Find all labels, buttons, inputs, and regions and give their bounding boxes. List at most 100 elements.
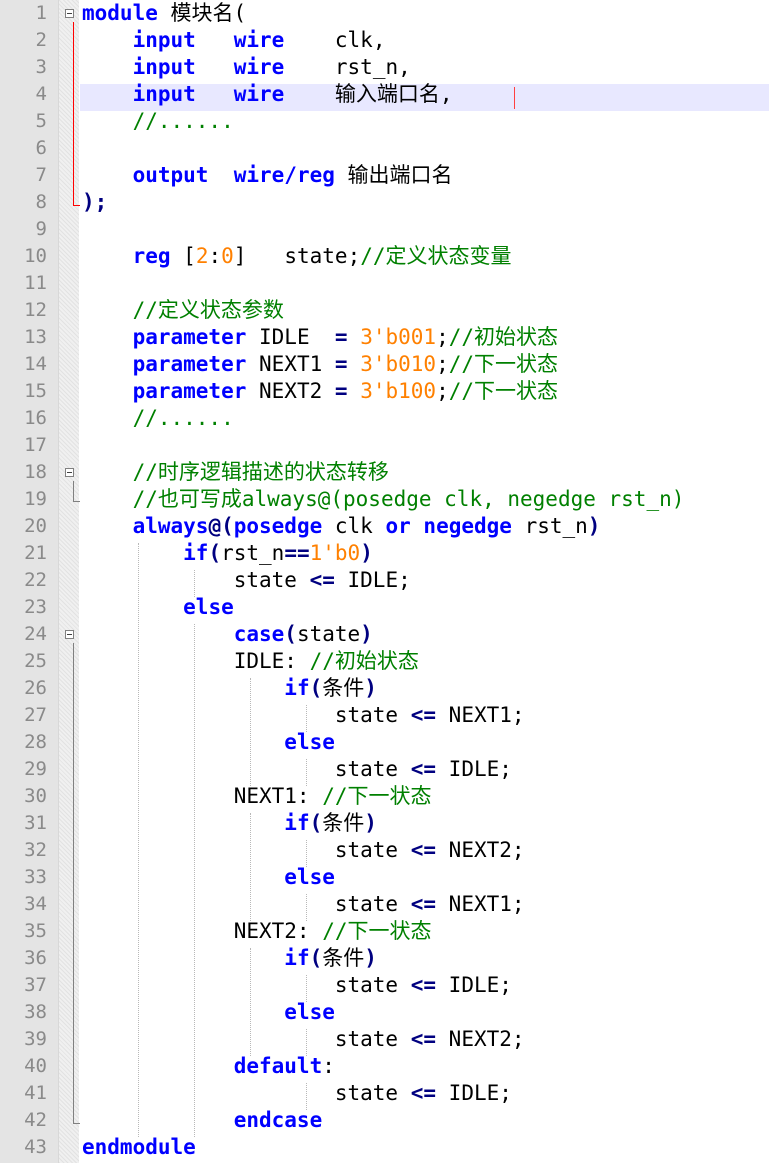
code-line[interactable]: 32 state <= NEXT2; bbox=[0, 837, 769, 864]
code-token: ( bbox=[309, 811, 323, 835]
code-line[interactable]: 39 state <= NEXT2; bbox=[0, 1026, 769, 1053]
code-line[interactable]: 5 //...... bbox=[0, 108, 769, 135]
code-text[interactable]: IDLE: //初始状态 bbox=[82, 648, 419, 675]
code-text[interactable]: endcase bbox=[82, 1107, 323, 1134]
code-text[interactable]: always@(posedge clk or negedge rst_n) bbox=[82, 513, 601, 540]
code-line[interactable]: 7 output wire/reg 输出端口名 bbox=[0, 162, 769, 189]
code-token: ( bbox=[208, 541, 222, 565]
code-text[interactable]: module 模块名( bbox=[82, 0, 246, 27]
code-token: wire bbox=[233, 28, 285, 52]
code-line[interactable]: 22 state <= IDLE; bbox=[0, 567, 769, 594]
code-line[interactable]: 15 parameter NEXT2 = 3'b100;//下一状态 bbox=[0, 378, 769, 405]
code-text[interactable]: parameter NEXT1 = 3'b010;//下一状态 bbox=[82, 351, 558, 378]
code-text[interactable]: //...... bbox=[82, 108, 234, 135]
code-text[interactable]: state <= NEXT2; bbox=[82, 1026, 525, 1053]
code-line[interactable]: 31 if(条件) bbox=[0, 810, 769, 837]
code-line[interactable]: 4 input wire 输入端口名, bbox=[0, 81, 769, 108]
code-editor[interactable]: 1 module 模块名(2 input wire clk, 3 input wir… bbox=[0, 0, 769, 1163]
code-line[interactable]: 14 parameter NEXT1 = 3'b010;//下一状态 bbox=[0, 351, 769, 378]
line-number: 2 bbox=[35, 29, 47, 51]
code-line[interactable]: 8); bbox=[0, 189, 769, 216]
fold-toggle-icon[interactable] bbox=[65, 9, 74, 18]
code-line[interactable]: 27 state <= NEXT1; bbox=[0, 702, 769, 729]
code-line[interactable]: 37 state <= IDLE; bbox=[0, 972, 769, 999]
code-text[interactable]: parameter NEXT2 = 3'b100;//下一状态 bbox=[82, 378, 558, 405]
code-token: ) bbox=[587, 514, 601, 538]
code-line[interactable]: 19 //也可写成always@(posedge clk, negedge rs… bbox=[0, 486, 769, 513]
code-token: <= bbox=[410, 892, 437, 916]
code-text[interactable]: input wire rst_n, bbox=[82, 54, 411, 81]
code-line[interactable]: 25 IDLE: //初始状态 bbox=[0, 648, 769, 675]
code-line[interactable]: 9 bbox=[0, 216, 769, 243]
code-line[interactable]: 43 endmodule bbox=[0, 1134, 769, 1161]
code-text[interactable]: default: bbox=[82, 1053, 335, 1080]
code-text[interactable]: //也可写成always@(posedge clk, negedge rst_n… bbox=[82, 486, 685, 513]
fold-toggle-icon[interactable] bbox=[65, 630, 74, 639]
code-text[interactable]: state <= NEXT1; bbox=[82, 891, 525, 918]
code-text[interactable]: input wire 输入端口名, bbox=[82, 81, 453, 108]
code-text[interactable]: else bbox=[82, 729, 335, 756]
code-line[interactable]: 20 always@(posedge clk or negedge rst_n) bbox=[0, 513, 769, 540]
code-line[interactable]: 12 //定义状态参数 bbox=[0, 297, 769, 324]
code-line[interactable]: 17 bbox=[0, 432, 769, 459]
code-line[interactable]: 40 default: bbox=[0, 1053, 769, 1080]
code-line[interactable]: 10 reg [2:0] state;//定义状态变量 bbox=[0, 243, 769, 270]
code-line[interactable]: 28 else bbox=[0, 729, 769, 756]
code-line[interactable]: 3 input wire rst_n, bbox=[0, 54, 769, 81]
code-line[interactable]: 34 state <= NEXT1; bbox=[0, 891, 769, 918]
code-text[interactable]: if(rst_n==1'b0) bbox=[82, 540, 373, 567]
fold-toggle-icon[interactable] bbox=[65, 468, 74, 477]
code-line[interactable]: 30 NEXT1: //下一状态 bbox=[0, 783, 769, 810]
code-line[interactable]: 13 parameter IDLE = 3'b001;//初始状态 bbox=[0, 324, 769, 351]
code-line[interactable]: 1 module 模块名( bbox=[0, 0, 769, 27]
line-number: 8 bbox=[35, 191, 47, 213]
code-text[interactable]: output wire/reg 输出端口名 bbox=[82, 162, 453, 189]
code-line[interactable]: 2 input wire clk, bbox=[0, 27, 769, 54]
code-text[interactable]: endmodule bbox=[82, 1134, 196, 1161]
code-text[interactable]: case(state) bbox=[82, 621, 373, 648]
code-token: output bbox=[132, 163, 209, 187]
code-text[interactable]: else bbox=[82, 864, 335, 891]
code-text[interactable]: if(条件) bbox=[82, 945, 377, 972]
code-text[interactable]: //定义状态参数 bbox=[82, 297, 284, 324]
code-line[interactable]: 21 if(rst_n==1'b0) bbox=[0, 540, 769, 567]
code-line[interactable]: 18 //时序逻辑描述的状态转移 bbox=[0, 459, 769, 486]
code-text[interactable]: state <= IDLE; bbox=[82, 1080, 512, 1107]
code-text[interactable]: else bbox=[82, 999, 335, 1026]
code-line[interactable]: 6 bbox=[0, 135, 769, 162]
code-text[interactable]: else bbox=[82, 594, 234, 621]
code-line[interactable]: 33 else bbox=[0, 864, 769, 891]
code-text[interactable]: if(条件) bbox=[82, 675, 377, 702]
code-text[interactable]: if(条件) bbox=[82, 810, 377, 837]
code-text[interactable]: state <= IDLE; bbox=[82, 972, 512, 999]
code-line[interactable]: 35 NEXT2: //下一状态 bbox=[0, 918, 769, 945]
code-text[interactable]: reg [2:0] state;//定义状态变量 bbox=[82, 243, 512, 270]
code-line[interactable]: 36 if(条件) bbox=[0, 945, 769, 972]
code-text[interactable]: state <= IDLE; bbox=[82, 567, 411, 594]
code-line[interactable]: 24 case(state) bbox=[0, 621, 769, 648]
code-text[interactable]: NEXT1: //下一状态 bbox=[82, 783, 432, 810]
code-text[interactable]: parameter IDLE = 3'b001;//初始状态 bbox=[82, 324, 558, 351]
code-line[interactable]: 38 else bbox=[0, 999, 769, 1026]
code-token: else bbox=[284, 1000, 335, 1024]
code-text[interactable]: state <= NEXT1; bbox=[82, 702, 525, 729]
code-text[interactable]: NEXT2: //下一状态 bbox=[82, 918, 432, 945]
code-line[interactable]: 23 else bbox=[0, 594, 769, 621]
code-line[interactable]: 26 if(条件) bbox=[0, 675, 769, 702]
code-text[interactable]: state <= NEXT2; bbox=[82, 837, 525, 864]
code-text[interactable]: //时序逻辑描述的状态转移 bbox=[82, 459, 389, 486]
code-text[interactable]: state <= IDLE; bbox=[82, 756, 512, 783]
code-line[interactable]: 42 endcase bbox=[0, 1107, 769, 1134]
code-text[interactable]: input wire clk, bbox=[82, 27, 386, 54]
code-line[interactable]: 29 state <= IDLE; bbox=[0, 756, 769, 783]
code-token: else bbox=[284, 730, 335, 754]
code-line[interactable]: 41 state <= IDLE; bbox=[0, 1080, 769, 1107]
code-line[interactable]: 11 bbox=[0, 270, 769, 297]
code-line[interactable]: 16 //...... bbox=[0, 405, 769, 432]
code-text[interactable]: ); bbox=[82, 189, 107, 216]
code-text[interactable]: //...... bbox=[82, 405, 234, 432]
code-token: NEXT2; bbox=[436, 838, 525, 862]
